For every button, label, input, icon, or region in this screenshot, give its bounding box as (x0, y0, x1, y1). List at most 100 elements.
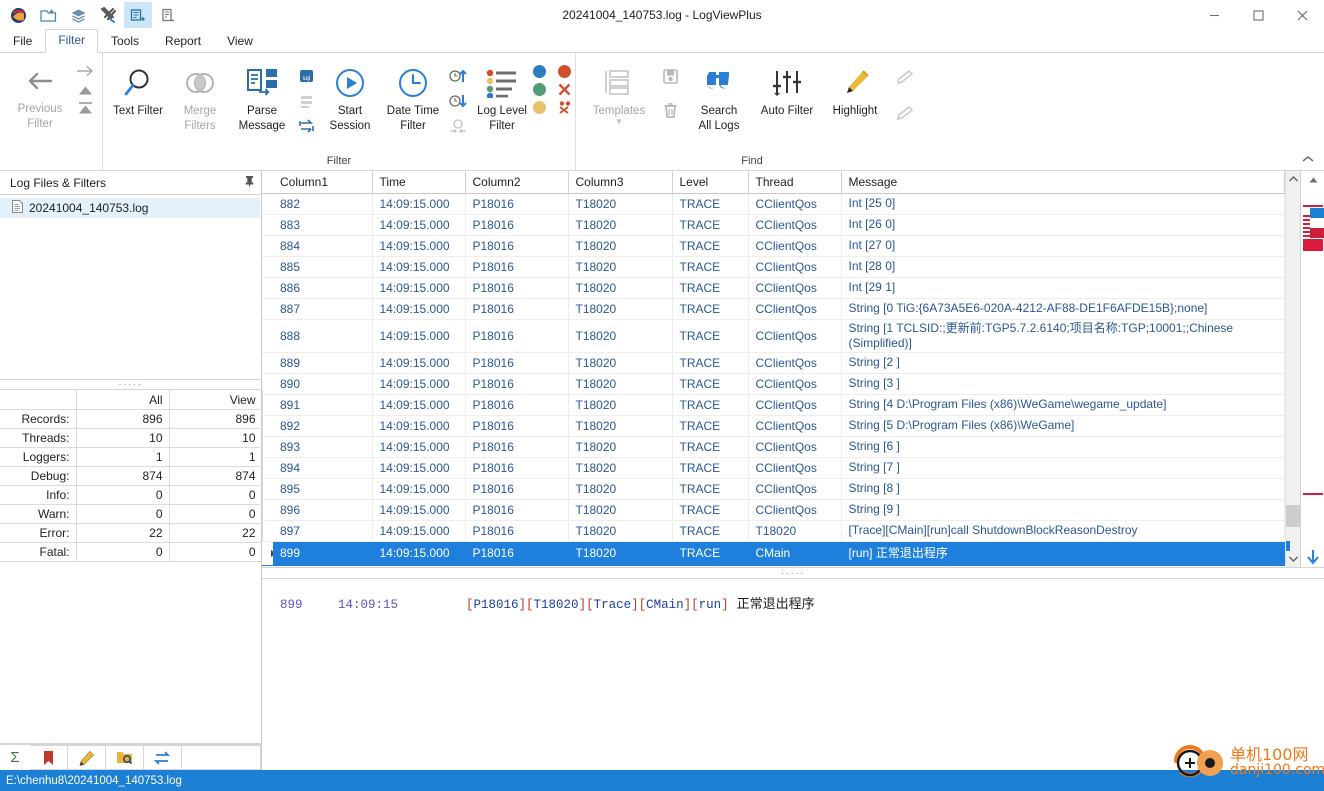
tab-filter[interactable]: Filter (45, 29, 99, 53)
tab-file[interactable]: File (0, 30, 45, 53)
table-row[interactable]: 886 14:09:15.000 P18016 T18020 TRACE CCl… (262, 277, 1285, 299)
table-row[interactable]: 884 14:09:15.000 P18016 T18020 TRACE CCl… (262, 235, 1285, 257)
filter-list-icon[interactable] (295, 90, 317, 112)
column-header-level[interactable]: Level (672, 171, 749, 194)
text-filter-button[interactable]: Text Filter (107, 59, 169, 118)
save-template-icon[interactable] (659, 65, 681, 87)
table-row[interactable]: 890 14:09:15.000 P18016 T18020 TRACE CCl… (262, 373, 1285, 395)
minimap-down-icon[interactable] (1301, 548, 1324, 566)
log-file-node[interactable]: 20241004_140753.log (0, 198, 260, 218)
scroll-up-icon[interactable] (1286, 171, 1301, 187)
swap-filter-icon[interactable] (295, 115, 317, 137)
bookmark-icon[interactable] (30, 745, 68, 770)
table-row[interactable]: 882 14:09:15.000 P18016 T18020 TRACE CCl… (262, 193, 1285, 215)
ribbon-collapse-icon[interactable] (1300, 152, 1316, 166)
column-header-column1[interactable]: Column1 (273, 171, 373, 194)
scrollbar-track[interactable] (1285, 187, 1301, 551)
statistics-row: Records: 896 896 (0, 408, 263, 429)
column-header-time[interactable]: Time (372, 171, 466, 194)
previous-filter-button[interactable]: Previous Filter (6, 57, 74, 131)
parse-message-button[interactable]: Parse Message (231, 59, 293, 133)
time-collapse-icon[interactable] (447, 115, 469, 137)
row-marker (262, 193, 273, 215)
scrollbar-thumb[interactable] (1285, 505, 1301, 527)
time-up-icon[interactable] (447, 65, 469, 87)
filter-up-icon[interactable] (78, 82, 93, 98)
table-row[interactable]: 889 14:09:15.000 P18016 T18020 TRACE CCl… (262, 352, 1285, 374)
delete-template-icon[interactable] (659, 99, 681, 121)
grid-detail-splitter[interactable]: ····· (262, 567, 1324, 579)
column-header-column2[interactable]: Column2 (465, 171, 569, 194)
table-row[interactable]: 895 14:09:15.000 P18016 T18020 TRACE CCl… (262, 478, 1285, 500)
scroll-down-icon[interactable] (1286, 551, 1301, 567)
table-row[interactable]: 893 14:09:15.000 P18016 T18020 TRACE CCl… (262, 436, 1285, 458)
log-grid[interactable]: Column1 Time Column2 Column3 Level Threa… (262, 171, 1285, 567)
auto-filter-button[interactable]: Auto Filter (752, 59, 822, 118)
sum-icon[interactable]: Σ (0, 745, 30, 770)
level-dot-info[interactable] (533, 83, 546, 96)
report-icon[interactable] (154, 2, 182, 28)
find-folder-icon[interactable] (106, 745, 144, 770)
table-row[interactable]: 896 14:09:15.000 P18016 T18020 TRACE CCl… (262, 499, 1285, 521)
time-down-icon[interactable] (447, 90, 469, 112)
table-row-selected[interactable]: 899 14:09:15.000 P18016 T18020 TRACE CMa… (262, 541, 1285, 566)
table-row[interactable]: 888 14:09:15.000 P18016 T18020 TRACE CCl… (262, 319, 1285, 353)
tab-report[interactable]: Report (152, 30, 214, 53)
column-header-thread[interactable]: Thread (748, 171, 842, 194)
table-row[interactable]: 891 14:09:15.000 P18016 T18020 TRACE CCl… (262, 394, 1285, 416)
statistics-header-view[interactable]: View (168, 390, 263, 410)
clear-warns-icon[interactable] (558, 101, 571, 114)
maximize-button[interactable] (1236, 0, 1280, 30)
table-row[interactable]: 885 14:09:15.000 P18016 T18020 TRACE CCl… (262, 256, 1285, 278)
filter-top-icon[interactable] (78, 99, 93, 117)
open-file-icon[interactable] (34, 2, 62, 28)
grid-vertical-scrollbar[interactable] (1285, 171, 1301, 567)
column-header-message[interactable]: Message (841, 171, 1285, 194)
column-header-column3[interactable]: Column3 (568, 171, 673, 194)
tab-tools[interactable]: Tools (98, 30, 152, 53)
layers-icon[interactable] (64, 2, 92, 28)
tools-icon[interactable] (94, 2, 122, 28)
minimize-button[interactable] (1192, 0, 1236, 30)
record-detail-pane[interactable]: 899 14:09:15 [P18016][T18020][Trace][CMa… (262, 579, 1324, 770)
clear-errors-icon[interactable] (558, 83, 571, 96)
highlight-prev-icon[interactable] (893, 101, 915, 123)
sql-filter-icon[interactable]: sql (295, 65, 317, 87)
table-row[interactable]: 883 14:09:15.000 P18016 T18020 TRACE CCl… (262, 214, 1285, 236)
level-dot-debug[interactable] (533, 65, 546, 78)
log-level-filter-button[interactable]: Log Level Filter (471, 59, 533, 133)
pin-icon[interactable] (244, 175, 255, 190)
table-row[interactable]: 892 14:09:15.000 P18016 T18020 TRACE CCl… (262, 415, 1285, 437)
cell-column3: T18020 (568, 235, 673, 257)
edit-icon[interactable] (68, 745, 106, 770)
cell-column1: 887 (273, 298, 373, 320)
close-button[interactable] (1280, 0, 1324, 30)
highlight-button[interactable]: Highlight (822, 59, 888, 118)
next-filter-icon[interactable] (76, 61, 94, 81)
date-time-filter-button[interactable]: Date Time Filter (381, 59, 445, 133)
table-row[interactable]: 897 14:09:15.000 P18016 T18020 TRACE T18… (262, 520, 1285, 542)
file-icon (12, 200, 23, 216)
minimap-up-icon[interactable] (1301, 173, 1324, 186)
app-logo-icon[interactable] (4, 2, 32, 28)
left-panel-splitter[interactable]: ····· (0, 379, 261, 391)
statistics-header-all[interactable]: All (75, 390, 170, 410)
level-dot-error[interactable] (558, 65, 571, 78)
level-dot-warn[interactable] (533, 101, 546, 114)
templates-dropdown-icon[interactable]: ▼ (615, 118, 623, 126)
window-controls (1192, 0, 1324, 30)
cell-column2: P18016 (465, 373, 569, 395)
row-marker (262, 415, 273, 437)
clock-circle-icon (395, 63, 431, 103)
templates-button[interactable]: Templates ▼ (584, 59, 654, 126)
table-row[interactable]: 887 14:09:15.000 P18016 T18020 TRACE CCl… (262, 298, 1285, 320)
sync-icon[interactable] (144, 745, 182, 770)
merge-filters-button[interactable]: Merge Filters (169, 59, 231, 133)
highlight-next-icon[interactable] (893, 65, 915, 87)
tab-view[interactable]: View (214, 30, 266, 53)
parse-icon[interactable] (124, 2, 152, 28)
start-session-button[interactable]: Start Session (319, 59, 381, 133)
log-file-tree[interactable]: 20241004_140753.log (0, 195, 261, 379)
table-row[interactable]: 894 14:09:15.000 P18016 T18020 TRACE CCl… (262, 457, 1285, 479)
search-all-logs-button[interactable]: Search All Logs (686, 59, 752, 133)
